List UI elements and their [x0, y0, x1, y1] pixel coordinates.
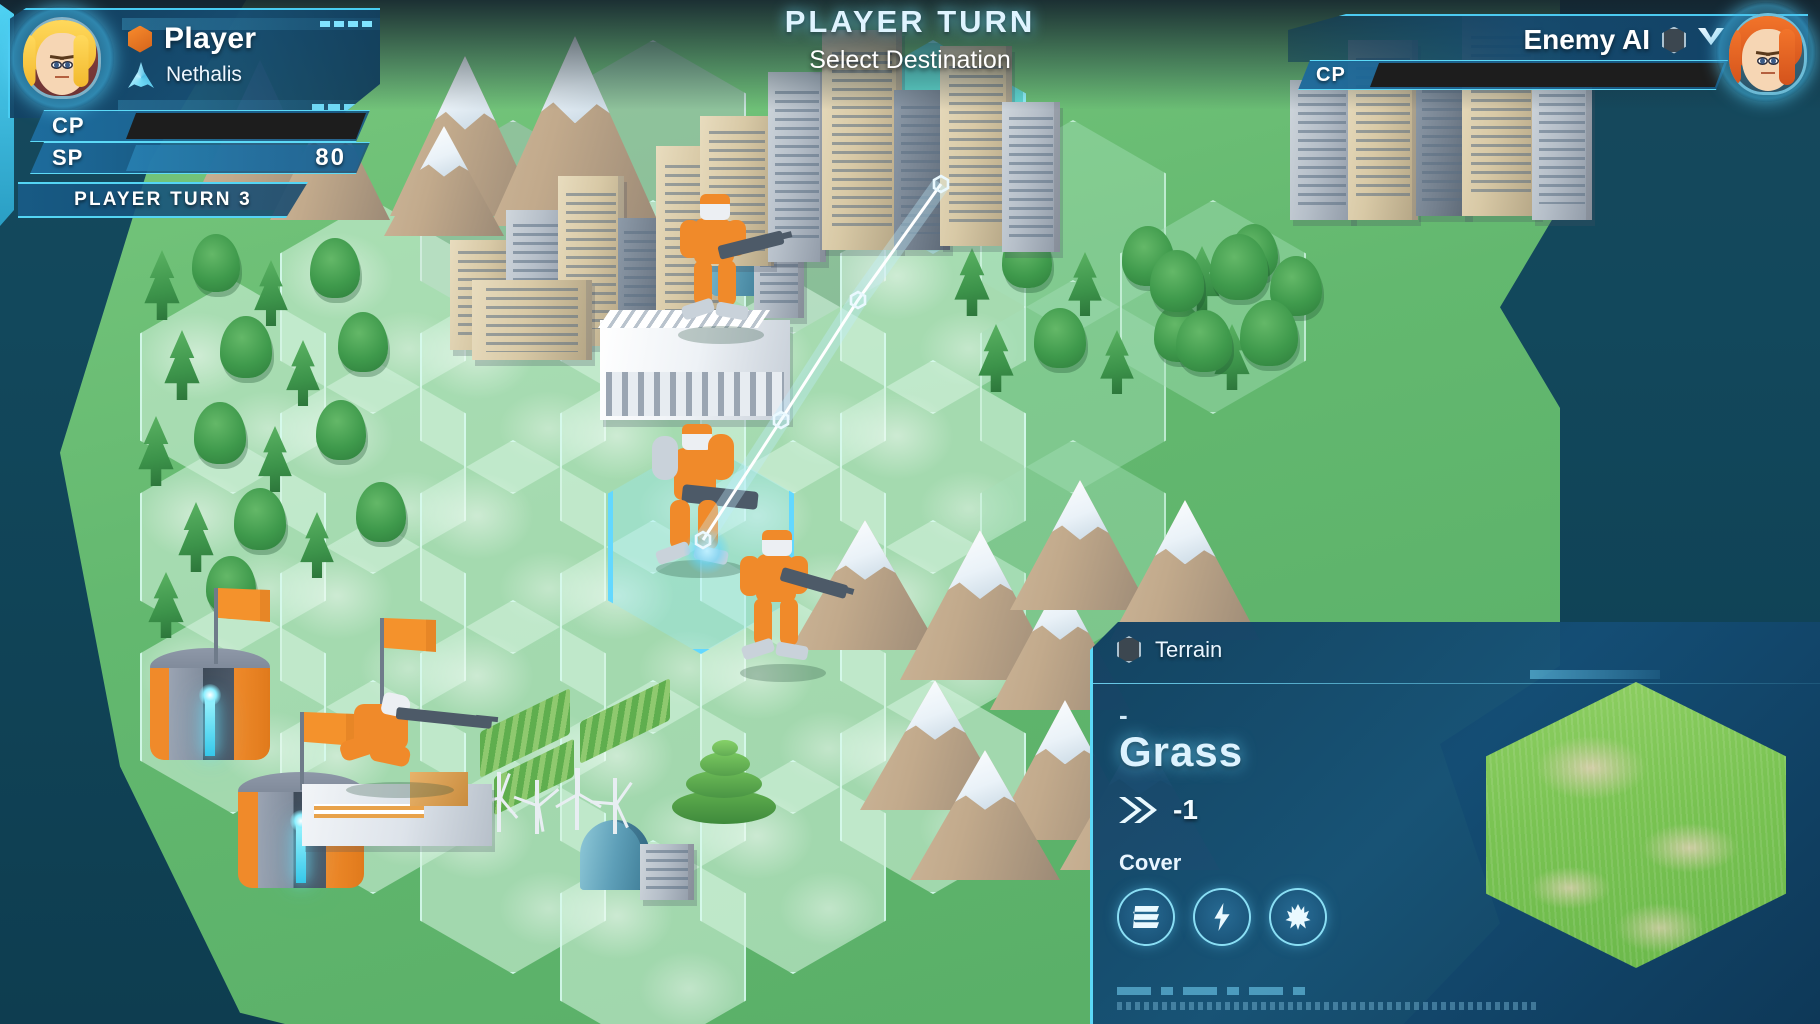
- turn-phase-banner: PLAYER TURN Select Destination: [630, 4, 1190, 75]
- lightning-bolt-icon: [1214, 903, 1230, 931]
- player-name-row: Player: [128, 22, 256, 56]
- turn-phase-instruction: Select Destination: [809, 46, 1011, 74]
- player-faction-hex-icon: [128, 25, 152, 53]
- terrain-preview-hex: [1486, 682, 1786, 968]
- turn-phase-title: PLAYER TURN: [784, 4, 1036, 39]
- flame-icon: [1285, 904, 1311, 930]
- terrain-subtitle: -: [1119, 700, 1128, 730]
- player-silo[interactable]: [150, 648, 270, 760]
- ballistic-cover-icon[interactable]: [1119, 890, 1173, 944]
- game-screen: Player Nethalis CP SP 80 PLAYER TURN 3 P…: [0, 0, 1820, 1024]
- player-info-panel: Player Nethalis CP SP 80 PLAYER TURN 3: [0, 0, 400, 232]
- enemy-faction-hex-icon: [1662, 26, 1686, 54]
- energy-cover-icon[interactable]: [1195, 890, 1249, 944]
- terrain-move-cost-value: -1: [1173, 794, 1198, 825]
- avatar-portrait: [1729, 13, 1807, 95]
- fire-cover-icon[interactable]: [1271, 890, 1325, 944]
- terrain-hex-icon: [1117, 636, 1141, 663]
- turn-counter-banner: PLAYER TURN 3: [18, 182, 308, 218]
- player-cp-bar: CP: [30, 110, 370, 142]
- terrain-panel-header: Terrain: [1093, 622, 1820, 684]
- terrain-panel-title: Terrain: [1155, 636, 1223, 662]
- sp-value: 80: [315, 144, 346, 171]
- enemy-info-panel: Enemy AI CP: [1250, 0, 1820, 120]
- terrain-info-panel: Terrain - Grass -1 Cover: [1090, 622, 1820, 1024]
- enemy-cp-track: [1370, 63, 1724, 87]
- bars-icon: [1133, 906, 1159, 928]
- cp-label: CP: [52, 113, 85, 138]
- turn-counter-text: PLAYER TURN 3: [74, 189, 252, 210]
- terrain-move-cost-row: -1: [1119, 794, 1198, 826]
- double-chevron-icon: [1119, 797, 1157, 823]
- player-faction-row: Nethalis: [128, 62, 242, 88]
- sp-label: SP: [52, 145, 84, 170]
- terrain-cover-icons: [1119, 890, 1325, 944]
- terrain-name: Grass: [1119, 728, 1244, 775]
- terrain-cover-label: Cover: [1119, 850, 1182, 875]
- player-flag: [380, 618, 438, 704]
- decorative-notch: [1530, 670, 1660, 679]
- enemy-cp-label: CP: [1316, 63, 1346, 86]
- player-avatar[interactable]: [10, 6, 114, 110]
- player-faction-name: Nethalis: [166, 63, 242, 86]
- decorative-microtext: [1117, 987, 1537, 1010]
- cp-track: [126, 113, 366, 139]
- nethalis-emblem-icon: [128, 62, 154, 88]
- avatar-portrait: [23, 17, 101, 99]
- enemy-name-row: Enemy AI: [1523, 24, 1724, 56]
- player-sp-bar: SP 80: [30, 142, 370, 174]
- player-flag: [300, 712, 356, 790]
- divider: [1093, 682, 1820, 684]
- enemy-name: Enemy AI: [1523, 24, 1650, 55]
- enemy-avatar[interactable]: [1716, 2, 1816, 102]
- player-flag: [214, 588, 272, 664]
- player-name: Player: [164, 22, 257, 55]
- enemy-cp-bar: CP: [1298, 60, 1728, 90]
